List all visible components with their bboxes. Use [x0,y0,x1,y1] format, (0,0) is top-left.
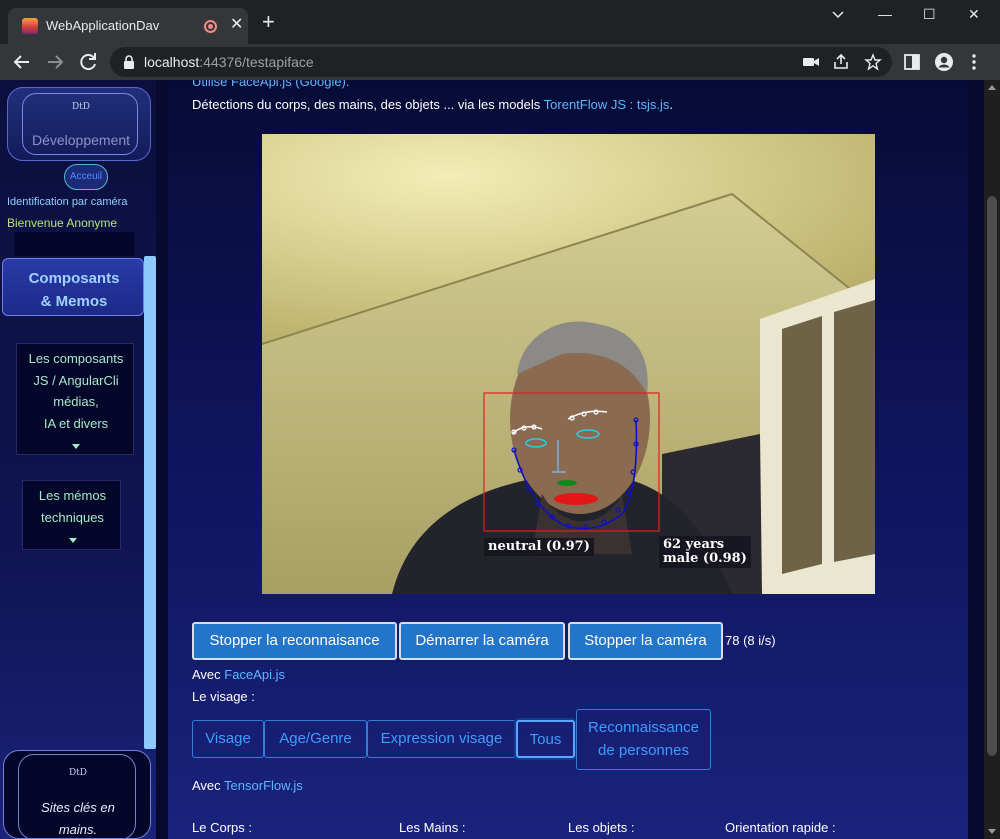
welcome-text: Bienvenue Anonyme [7,216,118,230]
lock-icon[interactable] [122,54,136,70]
forward-arrow-icon[interactable] [43,50,67,74]
hands-section-label: Les Mains : [399,820,466,835]
memos-menu[interactable]: Les mémos techniques [22,480,121,550]
logo-frame: DtD Développement [22,93,138,155]
option-age-gender-button[interactable]: Age/Genre [264,720,367,758]
side-panel-icon[interactable] [902,52,922,72]
share-icon[interactable] [832,53,850,71]
components-memos-header[interactable]: Composants & Memos [2,258,144,316]
tsjs-link[interactable]: TorentFlow JS : tsjs.js [544,97,670,112]
tab-search-chevron-icon[interactable] [830,6,846,22]
faceapi-link[interactable]: Utilise FaceApi.js (Google). [192,80,350,89]
site-favicon-icon [22,18,38,34]
sites-frame: DtD Sites clés en mains. [18,754,136,839]
components-memos-title: Composants & Memos [28,270,120,310]
option-visage-button[interactable]: Visage [192,720,264,758]
browser-menu-icon[interactable] [964,52,984,72]
face-section-label: Le visage : [192,689,255,704]
option-person-recognition-button[interactable]: Reconnaissance de personnes [576,709,711,770]
scroll-down-arrow-icon[interactable] [988,829,996,834]
stop-camera-button[interactable]: Stopper la caméra [568,622,723,660]
scroll-thumb[interactable] [987,196,997,756]
caret-down-icon[interactable] [68,538,77,543]
faceapi-link-2[interactable]: FaceApi.js [224,667,285,682]
bookmark-star-icon[interactable] [864,53,882,71]
gender-label: male (0.98) [663,551,747,566]
camera-in-use-icon[interactable] [802,53,820,71]
face-detection-overlay [483,392,660,532]
minimize-button[interactable]: — [878,6,892,22]
memos-menu-label: Les mémos techniques [23,485,122,550]
body-section-label: Le Corps : [192,820,252,835]
reload-icon[interactable] [76,50,100,74]
camera-feed: neutral (0.97) 62 years male (0.98) [262,134,875,594]
components-menu[interactable]: Les composants JS / AngularCli médias, I… [16,343,134,455]
fps-counter: 78 (8 i/s) [725,633,776,648]
objects-section-label: Les objets : [568,820,635,835]
profile-avatar-icon[interactable] [934,52,954,72]
browser-toolbar: localhost:44376/testapiface [0,44,1000,80]
maximize-button[interactable]: ☐ [923,6,936,23]
back-arrow-icon[interactable] [10,50,34,74]
close-window-button[interactable]: ✕ [968,6,980,23]
recording-icon [204,20,217,33]
home-button[interactable]: Acceuil [64,164,108,190]
tensorflow-intro: Détections du corps, des mains, des obje… [192,97,673,112]
sites-logo-mark: DtD [68,768,88,778]
option-expression-button[interactable]: Expression visage [367,720,516,758]
logo-button[interactable]: DtD Développement [7,87,151,161]
sidebar: DtD Développement Acceuil Identification… [0,80,156,839]
orientation-section-label: Orientation rapide : [725,820,836,835]
web-page: DtD Développement Acceuil Identification… [0,80,1000,839]
page-scrollbar[interactable] [984,80,1000,839]
sites-label: Sites clés en mains. [41,800,115,837]
option-all-button[interactable]: Tous [516,720,575,758]
logo-label: Développement [31,132,131,148]
start-camera-button[interactable]: Démarrer la caméra [399,622,565,660]
browser-tab-bar: WebApplicationDav ✕ + — ☐ ✕ [0,0,1000,44]
faceapi-intro: Utilise FaceApi.js (Google). [192,80,350,89]
stop-recognition-button[interactable]: Stopper la reconnaisance [192,622,397,660]
age-label: 62 years [663,537,725,552]
logo-mark: DtD [71,102,91,112]
faceapi-credit: Avec FaceApi.js [192,667,285,682]
tab-title: WebApplicationDav [46,18,160,33]
sites-card[interactable]: DtD Sites clés en mains. [3,750,151,839]
tensorflow-link[interactable]: TensorFlow.js [224,778,303,793]
sidebar-spacer [14,232,134,256]
caret-down-icon[interactable] [72,444,80,449]
tensorflow-credit: Avec TensorFlow.js [192,778,303,793]
address-bar[interactable]: localhost:44376/testapiface [110,47,892,77]
sidebar-scrollbar[interactable] [144,256,156,749]
scroll-up-arrow-icon[interactable] [988,85,996,90]
browser-tab[interactable]: WebApplicationDav ✕ [8,8,248,44]
age-gender-label: 62 years male (0.98) [659,536,751,568]
url-text[interactable]: localhost:44376/testapiface [144,54,314,70]
components-menu-label: Les composants JS / AngularCli médias, I… [17,348,135,456]
new-tab-button[interactable]: + [262,11,275,33]
main-content: Utilise FaceApi.js (Google). Détections … [168,80,968,839]
identification-link[interactable]: Identification par caméra [7,196,127,208]
expression-label: neutral (0.97) [484,538,594,556]
tab-close-icon[interactable]: ✕ [230,16,243,34]
